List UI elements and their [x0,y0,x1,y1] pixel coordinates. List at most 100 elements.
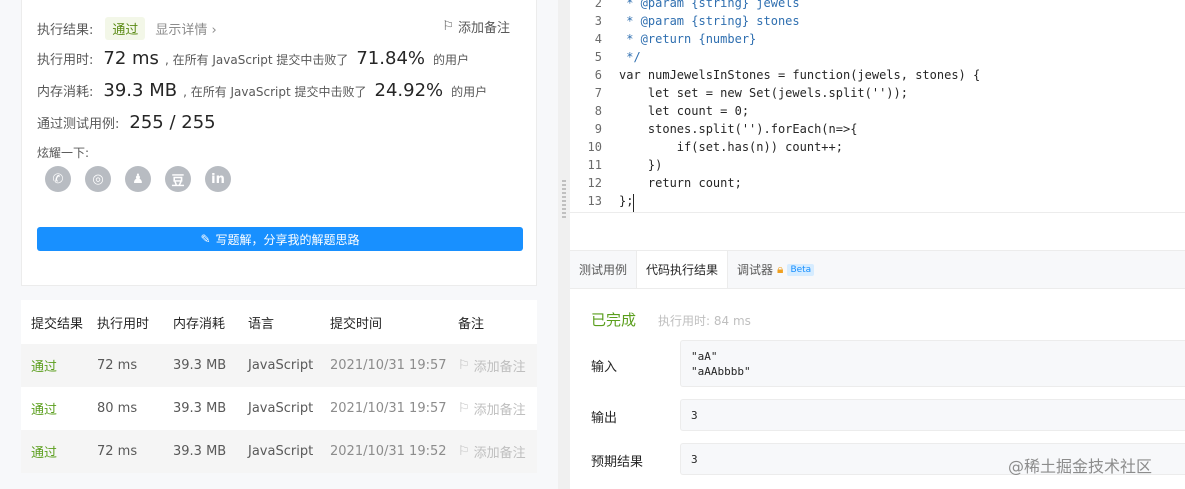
tab-result[interactable]: 代码执行结果 [636,251,729,288]
flag-icon: ⚐ [458,444,470,459]
output-label: 输出 [591,411,618,426]
line-number: 5 [594,50,602,64]
row-runtime: 80 ms [97,401,138,416]
linkedin-icon[interactable]: in [205,166,231,192]
douban-icon[interactable]: 豆 [165,166,191,192]
write-solution-button[interactable]: ✎ 写题解，分享我的解题思路 [37,227,523,251]
code-line: 6 var numJewelsInStones = function(jewels… [570,68,1185,86]
row-date: 2021/10/31 19:57 [330,401,447,416]
code-line: 7 let set = new Set(jewels.split('')); [570,86,1185,104]
run-time: 执行用时: 84 ms [658,314,751,328]
code-line: 8 let count = 0; [570,104,1185,122]
code-line: 4 * @return {number} [570,32,1185,50]
flag-icon: ⚐ [458,358,470,373]
row-memory: 39.3 MB [173,358,227,373]
line-number: 13 [587,194,602,208]
tab-debugger[interactable]: 调试器 🔒︎ Beta [728,251,823,288]
qq-icon[interactable]: ♟ [125,166,151,192]
header-remark: 备注 [458,316,485,332]
line-code: stones.split('').forEach(n=>{ [619,122,858,136]
header-time: 提交时间 [330,316,383,332]
editor-panel: 2 * @param {string} jewels 3 * @param {s… [570,0,1185,489]
tab-testcase-label: 测试用例 [579,263,628,277]
table-row[interactable]: 通过 72 ms 39.3 MB JavaScript 2021/10/31 1… [21,344,537,387]
output-value: 3 [680,399,1185,431]
write-solution-label: 写题解，分享我的解题思路 [215,232,360,247]
status-badge: 通过 [105,17,146,40]
line-number: 6 [594,68,602,82]
runtime-text: , 在所有 JavaScript 提交中击败了 [164,53,349,67]
run-status: 已完成 [591,311,637,329]
row-runtime: 72 ms [97,358,138,373]
line-number: 4 [594,32,602,46]
code-line: 13}; [570,194,1185,212]
row-add-remark[interactable]: ⚐ 添加备注 [458,442,537,461]
tests-value: 255 / 255 [129,112,216,133]
row-date: 2021/10/31 19:52 [330,444,447,459]
row-add-remark[interactable]: ⚐ 添加备注 [458,356,537,375]
line-code: }; [602,194,635,212]
code-line: 11 }) [570,158,1185,176]
line-code: let set = new Set(jewels.split('')); [619,86,908,100]
row-memory: 39.3 MB [173,401,227,416]
result-row: 执行结果: 通过 显示详情 › [37,17,217,40]
header-language: 语言 [248,316,275,332]
runtime-percentile: 71.84% [356,48,425,69]
code-editor[interactable]: 2 * @param {string} jewels 3 * @param {s… [570,0,1185,212]
row-date: 2021/10/31 19:57 [330,358,447,373]
table-row[interactable]: 通过 72 ms 39.3 MB JavaScript 2021/10/31 1… [21,430,537,473]
runtime-label: 执行用时: [37,53,94,68]
lock-icon: 🔒︎ [777,262,784,276]
memory-row: 内存消耗: 39.3 MB , 在所有 JavaScript 提交中击败了 24… [37,80,487,101]
tab-result-label: 代码执行结果 [646,263,719,277]
share-icons: ✆ ◎ ♟ 豆 in [45,166,231,192]
row-add-remark[interactable]: ⚐ 添加备注 [458,399,537,418]
memory-value: 39.3 MB [103,80,178,101]
submissions-table: 提交结果 执行用时 内存消耗 语言 提交时间 备注 通过 72 ms 39.3 … [21,300,537,473]
table-row[interactable]: 通过 80 ms 39.3 MB JavaScript 2021/10/31 1… [21,387,537,430]
result-label: 执行结果: [37,23,94,38]
tests-label: 通过测试用例: [37,117,120,132]
flag-icon: ⚐ [442,19,454,34]
line-code: return count; [619,176,742,190]
input-value: "aA" "aAAbbbb" [680,340,1185,387]
code-line: 12 return count; [570,176,1185,194]
expected-label: 预期结果 [591,455,644,470]
line-code: */ [619,50,641,64]
input-label: 输入 [591,360,618,375]
row-language: JavaScript [248,401,314,416]
memory-percentile: 24.92% [374,80,444,101]
resize-handle[interactable] [562,180,566,220]
line-number: 9 [594,122,602,136]
wechat-icon[interactable]: ✆ [45,166,71,192]
memory-label: 内存消耗: [37,85,94,100]
row-remark-label: 添加备注 [473,446,526,461]
memory-text: , 在所有 JavaScript 提交中击败了 [183,85,367,99]
line-number: 7 [594,86,602,100]
result-card: 执行结果: 通过 显示详情 › ⚐ 添加备注 执行用时: 72 ms , 在所有… [21,0,537,286]
header-runtime: 执行用时 [97,316,150,332]
line-number: 10 [587,140,602,154]
row-status[interactable]: 通过 [21,399,97,418]
panel-divider[interactable] [558,0,570,489]
line-number: 11 [587,158,602,172]
flag-icon: ⚐ [458,401,470,416]
table-header: 提交结果 执行用时 内存消耗 语言 提交时间 备注 [21,300,537,344]
weibo-icon[interactable]: ◎ [85,166,111,192]
runtime-row: 执行用时: 72 ms , 在所有 JavaScript 提交中击败了 71.8… [37,48,469,69]
pencil-icon: ✎ [200,232,211,246]
row-memory: 39.3 MB [173,444,227,459]
tab-testcase[interactable]: 测试用例 [570,251,636,288]
row-runtime: 72 ms [97,444,138,459]
code-line: 3 * @param {string} stones [570,14,1185,32]
code-line: 10 if(set.has(n)) count++; [570,140,1185,158]
line-number: 8 [594,104,602,118]
watermark: @稀土掘金技术社区 [1008,457,1153,476]
show-details-link[interactable]: 显示详情 › [155,19,216,38]
line-code: * @param {string} stones [619,14,800,28]
tests-row: 通过测试用例: 255 / 255 [37,112,222,133]
row-status[interactable]: 通过 [21,442,97,461]
row-status[interactable]: 通过 [21,356,97,375]
add-remark-button[interactable]: ⚐ 添加备注 [442,17,510,36]
tab-debugger-label: 调试器 [737,263,774,277]
